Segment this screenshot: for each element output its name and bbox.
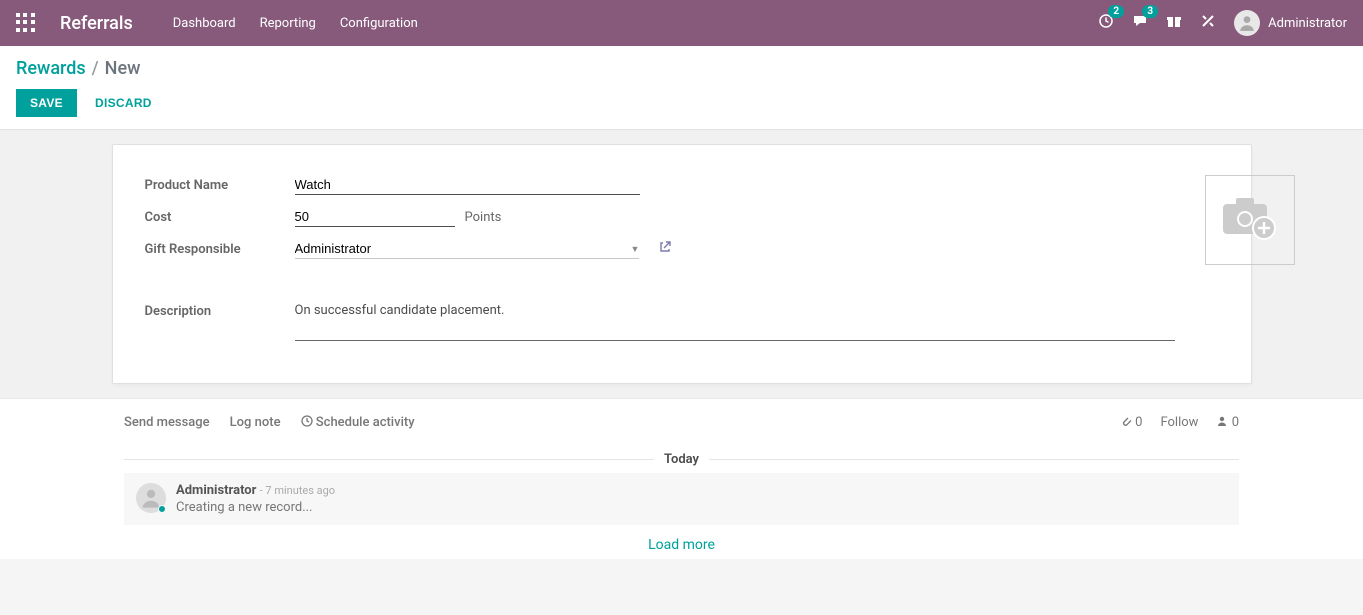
load-more-button[interactable]: Load more — [124, 525, 1239, 559]
log-note-button[interactable]: Log note — [230, 415, 281, 430]
cost-input[interactable] — [295, 207, 455, 227]
image-upload[interactable] — [1205, 175, 1295, 265]
cost-unit: Points — [465, 210, 502, 225]
breadcrumb-rewards[interactable]: Rewards — [16, 58, 86, 79]
discard-button[interactable]: DISCARD — [81, 89, 166, 117]
log-author[interactable]: Administrator — [176, 483, 256, 498]
label-description: Description — [145, 301, 295, 319]
followers-button[interactable]: 0 — [1216, 415, 1239, 430]
apps-menu-icon[interactable] — [16, 13, 36, 33]
discuss-badge: 3 — [1142, 5, 1158, 18]
log-message: Creating a new record... — [176, 500, 335, 515]
label-cost: Cost — [145, 207, 295, 225]
menu-reporting[interactable]: Reporting — [260, 16, 316, 31]
menu-configuration[interactable]: Configuration — [340, 16, 418, 31]
product-name-input[interactable] — [295, 175, 640, 195]
timeline-separator: Today — [124, 452, 1239, 467]
description-input[interactable]: On successful candidate placement. — [295, 301, 1175, 341]
save-button[interactable]: SAVE — [16, 89, 77, 117]
breadcrumb: Rewards/New — [16, 58, 1347, 79]
gift-responsible-input[interactable] — [295, 239, 639, 259]
log-entry: Administrator - 7 minutes ago Creating a… — [124, 473, 1239, 525]
user-name: Administrator — [1268, 16, 1347, 31]
online-dot — [158, 505, 166, 513]
pending-actions-icon[interactable]: 2 — [1098, 13, 1114, 33]
menu-dashboard[interactable]: Dashboard — [173, 16, 236, 31]
follow-button[interactable]: Follow — [1160, 415, 1198, 430]
camera-icon — [1220, 193, 1280, 247]
main-menu: Dashboard Reporting Configuration — [173, 16, 418, 31]
breadcrumb-current: New — [105, 58, 141, 79]
settings-icon[interactable] — [1200, 13, 1216, 33]
pending-badge: 2 — [1108, 5, 1124, 18]
schedule-activity-button[interactable]: Schedule activity — [301, 415, 415, 430]
avatar — [1234, 10, 1260, 36]
label-product-name: Product Name — [145, 175, 295, 193]
send-message-button[interactable]: Send message — [124, 415, 210, 430]
app-title[interactable]: Referrals — [60, 13, 133, 34]
discuss-icon[interactable]: 3 — [1132, 13, 1148, 33]
attachments-button[interactable]: 0 — [1120, 415, 1143, 430]
user-menu[interactable]: Administrator — [1234, 10, 1347, 36]
external-link-icon[interactable] — [659, 241, 671, 257]
form-sheet: Product Name Cost Points Gift Responsibl… — [112, 144, 1252, 384]
dropdown-caret-icon[interactable]: ▼ — [631, 244, 640, 255]
label-gift-responsible: Gift Responsible — [145, 239, 295, 257]
avatar — [136, 483, 166, 513]
log-time: - 7 minutes ago — [260, 484, 335, 497]
gift-icon[interactable] — [1166, 13, 1182, 33]
